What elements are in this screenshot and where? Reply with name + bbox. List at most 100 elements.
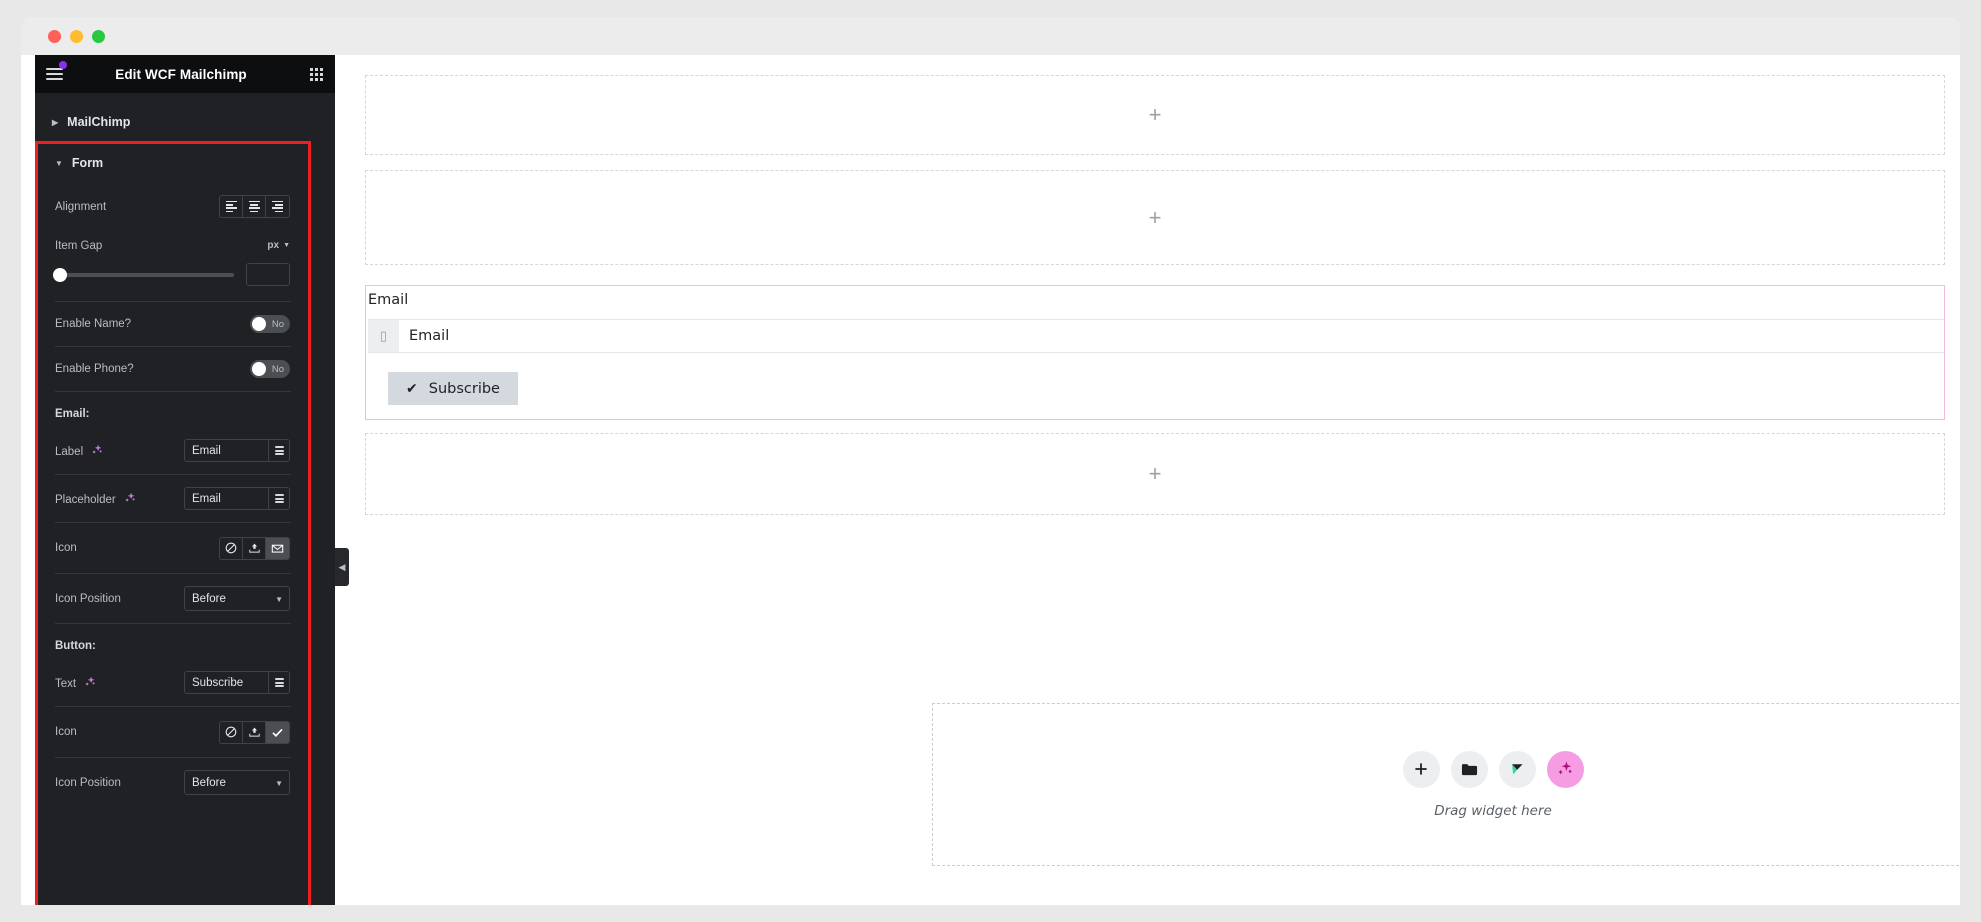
control-enable-name: Enable Name? No <box>38 307 308 341</box>
empty-section[interactable]: + <box>365 433 1945 515</box>
dropzone-hint-text: Drag widget here <box>1434 802 1552 819</box>
email-label-input[interactable] <box>184 439 268 462</box>
item-gap-slider-row <box>38 259 308 296</box>
subscribe-button-label: Subscribe <box>428 380 500 397</box>
enable-phone-label: Enable Phone? <box>55 363 134 375</box>
section-form-label: Form <box>71 156 104 170</box>
app-window: Edit WCF Mailchimp ▶ MailChimp ▼ Form Al… <box>21 17 1960 905</box>
no-icon <box>225 726 237 738</box>
sparkle-ai-icon <box>1558 761 1572 775</box>
enable-name-state: No <box>271 318 284 330</box>
control-email-label: Label <box>38 427 308 469</box>
subscribe-button[interactable]: ✔ Subscribe <box>388 372 518 405</box>
button-icon-upload-button[interactable] <box>243 721 266 743</box>
divider <box>55 301 291 302</box>
button-icon-position-select[interactable]: Before <box>184 770 290 795</box>
email-icon-position-select-wrap: Before ▼ <box>184 586 290 611</box>
upload-svg-icon <box>248 543 260 553</box>
window-close-button[interactable] <box>48 30 61 43</box>
item-gap-input[interactable] <box>246 263 290 286</box>
email-icon-none-button[interactable] <box>220 537 243 559</box>
button-icon-choices <box>219 720 290 744</box>
slider-handle[interactable] <box>53 267 67 282</box>
control-button-icon: Icon <box>38 712 308 752</box>
alignment-choices <box>219 195 290 218</box>
add-element-button[interactable] <box>1402 750 1440 788</box>
add-section-button[interactable]: + <box>1149 206 1162 229</box>
align-left-icon <box>225 199 237 214</box>
section-form-header[interactable]: ▼ Form <box>38 144 308 182</box>
section-mailchimp[interactable]: ▶ MailChimp <box>35 103 335 141</box>
email-field-label: Email <box>368 292 409 308</box>
folder-icon <box>1461 763 1477 775</box>
empty-section[interactable]: + <box>365 75 1945 155</box>
notification-dot-icon <box>59 61 67 69</box>
check-icon: ✔ <box>406 380 418 397</box>
page-title: Edit WCF Mailchimp <box>115 66 247 82</box>
email-icon-upload-button[interactable] <box>243 537 266 559</box>
widget-dropzone[interactable]: Drag widget here <box>932 703 1960 866</box>
plus-icon <box>1415 763 1427 775</box>
database-stack-icon <box>274 493 284 505</box>
empty-section[interactable]: + <box>365 170 1945 265</box>
database-stack-icon <box>274 677 284 689</box>
enable-name-toggle[interactable]: No <box>250 315 290 333</box>
apps-grid-icon <box>309 67 323 81</box>
window-titlebar <box>21 17 1960 55</box>
email-input-row[interactable]: ▯ Email <box>368 319 1944 353</box>
align-right-button[interactable] <box>266 196 289 217</box>
button-text-dynamic-tag-button[interactable] <box>268 671 290 694</box>
add-section-button[interactable]: + <box>1149 463 1162 485</box>
align-center-icon <box>248 199 260 214</box>
chevron-left-icon: ◀ <box>338 561 346 572</box>
enable-phone-state: No <box>271 363 284 375</box>
email-label-field-wrap <box>184 439 290 462</box>
item-gap-unit-label: px <box>267 240 280 251</box>
control-alignment: Alignment <box>38 188 308 225</box>
email-placeholder-dynamic-tag-button[interactable] <box>268 487 290 510</box>
apps-grid-button[interactable] <box>297 55 335 93</box>
section-form-body: ▼ Form Alignment Item Gap px ▼ Enable Na… <box>38 144 308 802</box>
chevron-down-icon: ▼ <box>55 158 63 168</box>
item-gap-unit-switcher[interactable]: px ▼ <box>267 240 290 251</box>
upload-svg-icon <box>248 727 260 737</box>
email-icon-position-select[interactable]: Before <box>184 586 290 611</box>
email-placeholder-input[interactable] <box>184 487 268 510</box>
sparkle-ai-icon <box>85 676 95 686</box>
button-icon-none-button[interactable] <box>220 721 243 743</box>
align-center-button[interactable] <box>243 196 266 217</box>
email-icon-label: Icon <box>55 542 77 554</box>
panel-collapse-button[interactable]: ◀ <box>335 548 349 586</box>
toggle-knob <box>252 317 266 331</box>
button-icon-check-button[interactable] <box>266 721 289 743</box>
open-folder-button[interactable] <box>1450 750 1488 788</box>
section-mailchimp-label: MailChimp <box>67 115 131 129</box>
elementor-templates-button[interactable] <box>1498 750 1536 788</box>
chevron-right-icon: ▶ <box>52 117 59 127</box>
control-button-text: Text <box>38 659 308 701</box>
control-button-icon-position: Icon Position Before ▼ <box>38 763 308 802</box>
envelope-icon <box>271 544 284 553</box>
email-label-dynamic-tag-button[interactable] <box>268 439 290 462</box>
mailchimp-form-widget[interactable]: Email ▯ Email ✔ Subscribe <box>365 285 1945 420</box>
button-icon-position-label: Icon Position <box>55 776 121 789</box>
email-icon-envelope-button[interactable] <box>266 537 289 559</box>
email-icon-position-label: Icon Position <box>55 592 121 605</box>
ai-generate-button[interactable] <box>1546 750 1584 788</box>
add-section-button[interactable]: + <box>1149 104 1162 126</box>
section-form-highlight: ▼ Form Alignment Item Gap px ▼ Enable Na… <box>35 141 311 905</box>
divider <box>55 522 291 523</box>
editor-canvas: + + Email ▯ Email ✔ Subscribe + Drag wid… <box>349 55 1960 905</box>
align-left-button[interactable] <box>220 196 243 217</box>
control-email-icon-position: Icon Position Before ▼ <box>38 579 308 618</box>
elementor-editor: Edit WCF Mailchimp ▶ MailChimp ▼ Form Al… <box>21 55 1960 905</box>
window-maximize-button[interactable] <box>92 30 105 43</box>
panel-menu-button[interactable] <box>35 55 73 93</box>
enable-phone-toggle[interactable]: No <box>250 360 290 378</box>
item-gap-slider[interactable] <box>53 267 234 282</box>
button-text-input[interactable] <box>184 671 268 694</box>
enable-name-label: Enable Name? <box>55 318 132 330</box>
window-minimize-button[interactable] <box>70 30 83 43</box>
email-group-heading: Email: <box>55 408 90 420</box>
control-item-gap: Item Gap px ▼ <box>38 225 308 259</box>
